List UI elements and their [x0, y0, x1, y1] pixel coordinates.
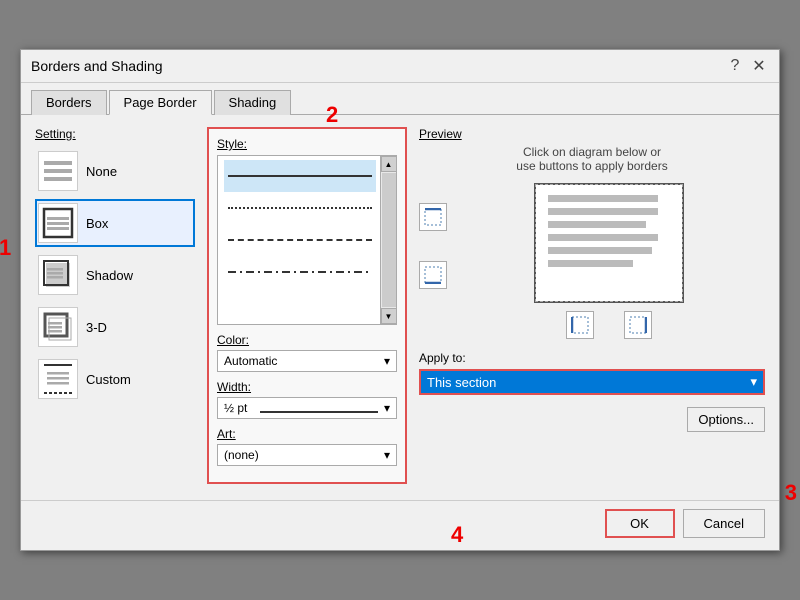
setting-name-custom: Custom [86, 372, 131, 387]
preview-area [419, 183, 765, 339]
scroll-down[interactable]: ▼ [381, 308, 397, 324]
cancel-button[interactable]: Cancel [683, 509, 765, 538]
tab-shading[interactable]: Shading [214, 90, 292, 115]
width-label: Width: [217, 380, 397, 394]
dialog-title: Borders and Shading [31, 58, 163, 74]
preview-left-border-btn[interactable] [566, 311, 594, 339]
setting-name-box: Box [86, 216, 108, 231]
preview-bottom-buttons [453, 311, 765, 339]
color-select-row: Automatic ▾ [217, 350, 397, 372]
style-scrollbar[interactable]: ▲ ▼ [380, 156, 396, 324]
title-controls: ? ✕ [725, 56, 769, 76]
art-select[interactable]: (none) ▾ [217, 444, 397, 466]
settings-panel: Setting: None [35, 127, 195, 484]
setting-custom[interactable]: Custom [35, 355, 195, 403]
width-select[interactable]: ½ pt ▾ [217, 397, 397, 419]
art-select-row: (none) ▾ [217, 444, 397, 466]
preview-right-border-btn[interactable] [624, 311, 652, 339]
tab-page-border[interactable]: Page Border [109, 90, 212, 115]
apply-to-label: Apply to: [419, 351, 765, 365]
bottom-bar: OK Cancel [21, 500, 779, 550]
content-area: Setting: None [21, 115, 779, 496]
style-line-dashed[interactable] [224, 224, 376, 256]
color-select[interactable]: Automatic ▾ [217, 350, 397, 372]
ok-button[interactable]: OK [605, 509, 675, 538]
tab-borders[interactable]: Borders [31, 90, 107, 115]
preview-frame-inner [535, 184, 683, 302]
style-label: Style: [217, 137, 397, 151]
setting-icon-3d [38, 307, 78, 347]
setting-name-none: None [86, 164, 117, 179]
help-button[interactable]: ? [725, 56, 745, 76]
annotation-1: 1 [0, 235, 11, 261]
borders-shading-dialog: Borders and Shading ? ✕ Borders Page Bor… [20, 49, 780, 551]
setting-name-shadow: Shadow [86, 268, 133, 283]
preview-left-buttons [419, 183, 447, 339]
preview-top-border-btn[interactable] [419, 203, 447, 231]
preview-frame[interactable] [534, 183, 684, 303]
preview-bottom-border-btn[interactable] [419, 261, 447, 289]
style-list[interactable]: ▲ ▼ [217, 155, 397, 325]
color-section: Color: Automatic ▾ [217, 333, 397, 372]
title-bar: Borders and Shading ? ✕ [21, 50, 779, 83]
preview-label: Preview [419, 127, 765, 141]
art-section: Art: (none) ▾ [217, 427, 397, 466]
art-label: Art: [217, 427, 397, 441]
width-select-row: ½ pt ▾ [217, 397, 397, 419]
art-dropdown-arrow: ▾ [384, 448, 390, 462]
style-line-solid[interactable] [224, 160, 376, 192]
options-button[interactable]: Options... [687, 407, 765, 432]
setting-shadow[interactable]: Shadow [35, 251, 195, 299]
annotation-3: 3 [785, 480, 797, 506]
apply-to-select[interactable]: This section ▾ [419, 369, 765, 395]
apply-to-arrow: ▾ [750, 374, 757, 390]
width-dropdown-arrow: ▾ [384, 401, 390, 415]
color-label: Color: [217, 333, 397, 347]
color-dropdown-arrow: ▾ [384, 354, 390, 368]
width-line-preview [260, 411, 378, 413]
style-line-dashdot[interactable] [224, 256, 376, 288]
setting-icon-box [38, 203, 78, 243]
setting-icon-custom [38, 359, 78, 399]
tabs-row: Borders Page Border Shading [21, 83, 779, 115]
setting-box[interactable]: Box [35, 199, 195, 247]
settings-label: Setting: [35, 127, 195, 141]
setting-3d[interactable]: 3-D [35, 303, 195, 351]
preview-panel: Preview Click on diagram below oruse but… [419, 127, 765, 484]
setting-icon-shadow [38, 255, 78, 295]
style-panel: Style: ▲ [207, 127, 407, 484]
preview-box [453, 183, 765, 339]
setting-name-3d: 3-D [86, 320, 107, 335]
preview-description: Click on diagram below oruse buttons to … [419, 145, 765, 173]
scroll-up[interactable]: ▲ [381, 156, 397, 172]
apply-section: Apply to: This section ▾ Options... [419, 351, 765, 395]
setting-none[interactable]: None [35, 147, 195, 195]
style-line-dotted[interactable] [224, 192, 376, 224]
width-section: Width: ½ pt ▾ [217, 380, 397, 419]
close-button[interactable]: ✕ [749, 56, 769, 76]
setting-icon-none [38, 151, 78, 191]
